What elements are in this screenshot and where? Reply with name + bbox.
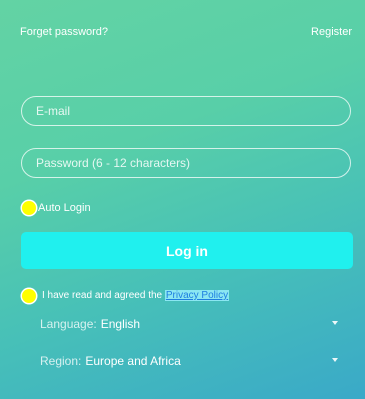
agreement-label: I have read and agreed the [42, 290, 163, 301]
region-label: Region: [40, 354, 82, 368]
login-button[interactable]: Log in [21, 232, 353, 269]
forget-password-link[interactable]: Forget password? [20, 26, 108, 38]
agree-radio[interactable] [22, 289, 36, 303]
agreement-text: I have read and agreed the Privacy Polic… [42, 290, 230, 301]
region-value: Europe and Africa [85, 354, 181, 368]
email-field[interactable] [21, 96, 351, 126]
chevron-down-icon [332, 358, 338, 362]
language-label: Language: [40, 317, 97, 331]
privacy-policy-link[interactable]: Privacy Policy [164, 290, 230, 301]
region-select[interactable]: Region: Europe and Africa [40, 354, 340, 370]
auto-login-radio[interactable] [22, 201, 36, 215]
password-field[interactable] [21, 148, 351, 178]
chevron-down-icon [332, 321, 338, 325]
login-screen: Forget password? Register Auto Login Log… [0, 0, 365, 399]
language-value: English [100, 317, 141, 331]
language-select[interactable]: Language: English [40, 317, 340, 333]
register-link[interactable]: Register [311, 26, 352, 38]
auto-login-label: Auto Login [38, 202, 91, 214]
